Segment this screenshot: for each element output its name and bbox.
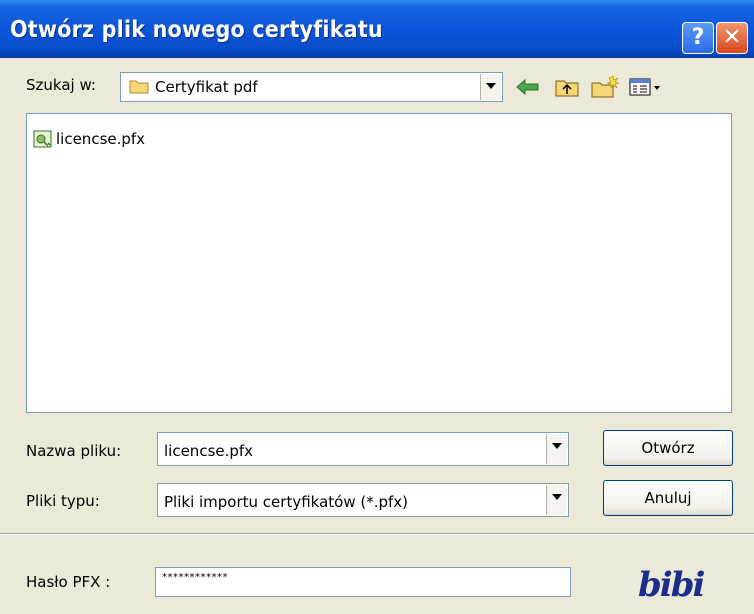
bibi-logo: bibi (638, 565, 705, 605)
back-icon[interactable] (514, 74, 542, 100)
lookin-dropdown[interactable]: Certyfikat pdf (120, 72, 503, 102)
view-menu-icon[interactable] (627, 74, 665, 100)
filetype-dropdown[interactable]: Pliki importu certyfikatów (*.pfx) (157, 483, 569, 517)
file-list[interactable]: licencse.pfx (26, 113, 732, 413)
lookin-value: Certyfikat pdf (155, 78, 258, 96)
filetype-label: Pliki typu: (26, 492, 100, 510)
password-value: ************ (162, 572, 228, 583)
chevron-down-icon[interactable] (546, 485, 567, 515)
password-field[interactable]: ************ (155, 567, 571, 597)
filetype-value: Pliki importu certyfikatów (*.pfx) (164, 493, 409, 511)
title-bar[interactable]: Otwórz plik nowego certyfikatu ? ✕ (0, 0, 754, 58)
window-title: Otwórz plik nowego certyfikatu (10, 17, 383, 43)
open-certificate-dialog: Otwórz plik nowego certyfikatu ? ✕ Szuka… (0, 0, 754, 614)
up-folder-icon[interactable] (553, 74, 581, 100)
filename-value: licencse.pfx (164, 442, 254, 460)
open-button[interactable]: Otwórz (603, 430, 733, 466)
password-label: Hasło PFX : (26, 573, 111, 591)
filename-label: Nazwa pliku: (26, 442, 122, 460)
list-item[interactable]: licencse.pfx (32, 128, 145, 150)
certificate-file-icon (33, 130, 52, 148)
help-button[interactable]: ? (682, 22, 714, 54)
close-button[interactable]: ✕ (716, 22, 748, 54)
file-name: licencse.pfx (56, 130, 146, 148)
lookin-label: Szukaj w: (26, 76, 96, 94)
chevron-down-icon[interactable] (480, 74, 501, 100)
cancel-button[interactable]: Anuluj (603, 480, 733, 516)
chevron-down-icon[interactable] (546, 434, 567, 464)
new-folder-icon[interactable] (589, 74, 621, 100)
separator (0, 533, 754, 535)
folder-icon (129, 80, 149, 94)
filename-field[interactable]: licencse.pfx (157, 432, 569, 466)
